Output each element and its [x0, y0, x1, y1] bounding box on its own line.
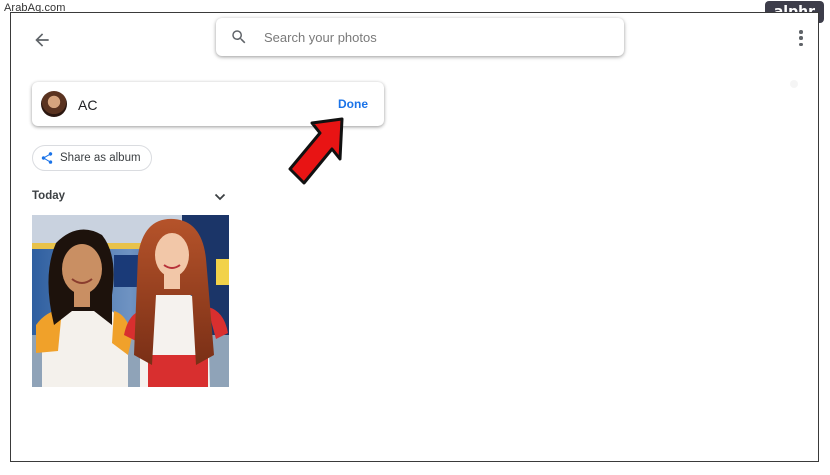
chevron-down-icon[interactable]: [214, 192, 226, 202]
annotation-arrow-icon: [288, 117, 344, 185]
search-icon: [232, 30, 246, 44]
menu-dot: [799, 36, 803, 40]
share-label: Share as album: [60, 152, 141, 164]
arrow-back-icon[interactable]: [32, 30, 52, 50]
menu-dot: [799, 30, 803, 34]
photo-image: [32, 215, 229, 387]
search-input[interactable]: [262, 28, 624, 46]
photo-thumbnail[interactable]: [32, 215, 229, 387]
share-as-album-button[interactable]: Share as album: [32, 145, 152, 171]
more-vert-icon[interactable]: [798, 30, 804, 46]
face-name-input[interactable]: [76, 94, 300, 116]
face-avatar: [41, 91, 67, 117]
menu-dot: [799, 42, 803, 46]
section-date-title: Today: [32, 190, 66, 202]
share-icon: [41, 152, 53, 164]
search-bar[interactable]: [216, 18, 624, 56]
done-button[interactable]: Done: [338, 97, 368, 111]
faint-dot: [790, 80, 798, 88]
